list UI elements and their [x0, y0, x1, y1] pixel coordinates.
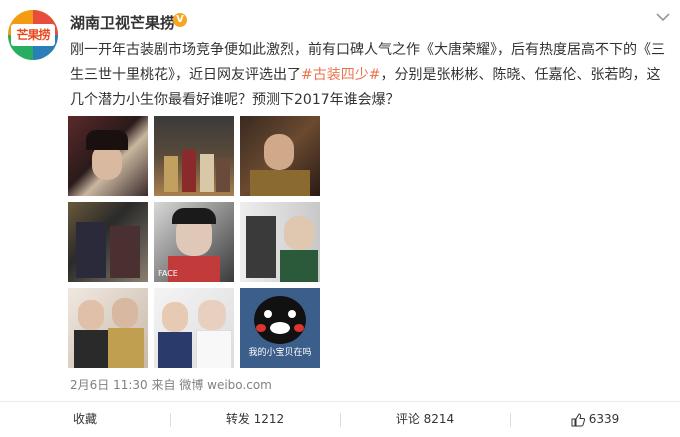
post-image-5-caption: FACE: [158, 269, 178, 278]
avatar[interactable]: 芒果捞: [8, 10, 58, 60]
post-image-1[interactable]: [68, 116, 148, 196]
kumamon-face: [254, 296, 306, 344]
post-image-4[interactable]: [68, 202, 148, 282]
post-image-6[interactable]: [240, 202, 320, 282]
chevron-down-icon[interactable]: [655, 11, 671, 23]
post-text: 刚一开年古装剧市场竞争便如此激烈，前有口碑人气之作《大唐荣耀》，后有热度居高不下…: [70, 38, 670, 113]
repost-button[interactable]: 转发 1212: [170, 402, 340, 437]
post-image-9-caption: 我的小宝贝在吗: [248, 348, 312, 358]
post-image-7[interactable]: [68, 288, 148, 368]
post-image-2[interactable]: [154, 116, 234, 196]
image-grid: FACE 我的小宝贝在吗: [68, 116, 320, 370]
hashtag-link[interactable]: #古装四少#: [301, 67, 380, 83]
post-image-9[interactable]: 我的小宝贝在吗: [240, 288, 320, 368]
thumbs-up-icon: [571, 412, 585, 426]
post-source[interactable]: 来自 微博 weibo.com: [152, 378, 272, 392]
favorite-label: 收藏: [72, 412, 97, 426]
post-meta: 2月6日 11:30 来自 微博 weibo.com: [70, 376, 272, 393]
post-image-3[interactable]: [240, 116, 320, 196]
action-bar: 收藏 转发 1212 评论 8214 6339: [0, 402, 680, 437]
like-count: 6339: [588, 412, 620, 426]
comment-label: 评论 8214: [395, 412, 455, 426]
like-button[interactable]: 6339: [510, 402, 680, 437]
weibo-post-card: 芒果捞 湖南卫视芒果捞 V 刚一开年古装剧市场竞争便如此激烈，前有口碑人气之作《…: [0, 0, 680, 437]
comment-button[interactable]: 评论 8214: [340, 402, 510, 437]
avatar-logo-text: 芒果捞: [11, 24, 55, 46]
post-image-8[interactable]: [154, 288, 234, 368]
verified-badge-icon: V: [173, 13, 187, 27]
post-time[interactable]: 2月6日 11:30: [70, 378, 148, 392]
favorite-button[interactable]: 收藏: [0, 402, 170, 437]
author-name[interactable]: 湖南卫视芒果捞: [70, 12, 175, 33]
post-image-5[interactable]: FACE: [154, 202, 234, 282]
repost-label: 转发 1212: [225, 412, 285, 426]
